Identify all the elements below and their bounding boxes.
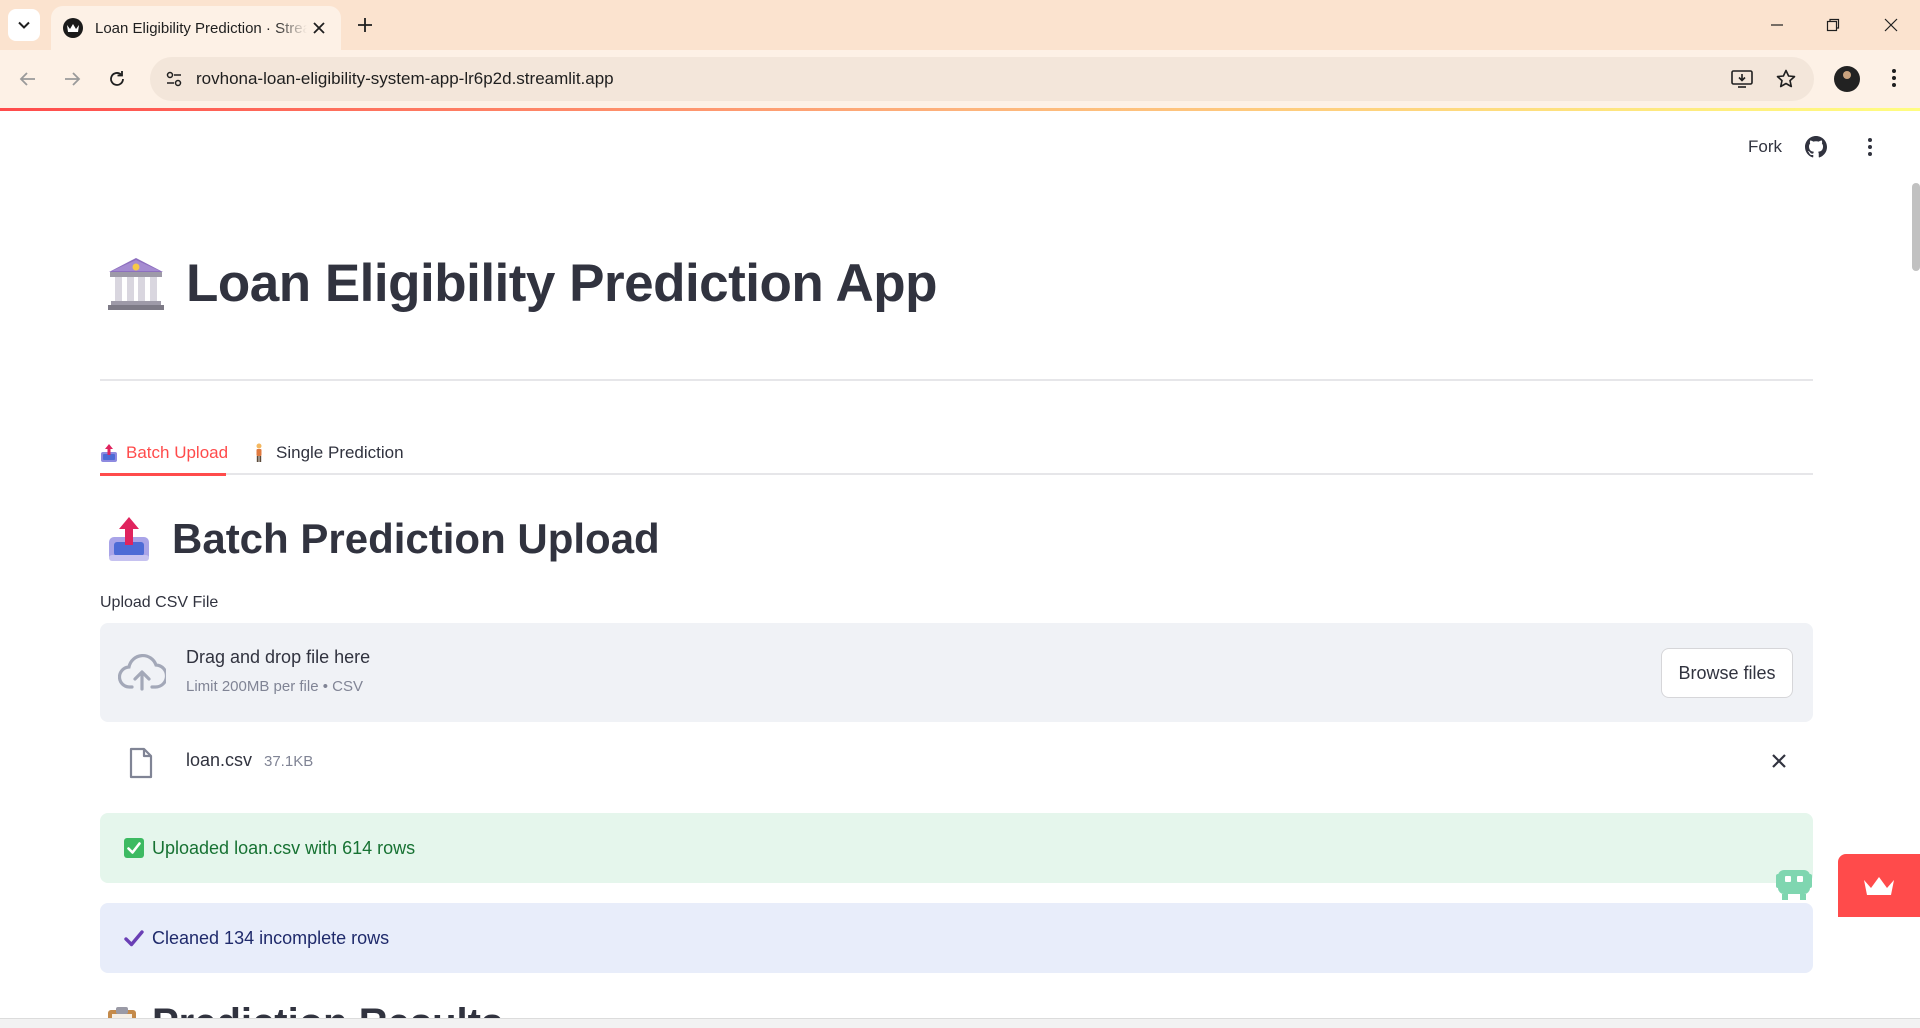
title-divider [100, 379, 1813, 381]
person-standing-icon [256, 443, 262, 462]
info-alert: Cleaned 134 incomplete rows [100, 903, 1813, 973]
restore-window-icon[interactable] [1818, 10, 1848, 40]
success-message: Uploaded loan.csv with 614 rows [152, 837, 416, 858]
tab-single-prediction[interactable]: Single Prediction [250, 443, 404, 463]
outbox-tray-emoji-icon [109, 517, 149, 561]
site-info-icon[interactable] [158, 63, 190, 95]
minimize-window-icon[interactable] [1762, 10, 1792, 40]
browse-files-button[interactable]: Browse files [1661, 648, 1793, 698]
url-text: rovhona-loan-eligibility-system-app-lr6p… [196, 69, 614, 88]
streamlit-app: Fork Loan Eligibility Prediction App Bat… [0, 111, 1920, 1028]
uploaded-file-name: loan.csv [186, 750, 253, 770]
bookmark-star-icon[interactable] [1772, 65, 1800, 93]
tab-list: Batch Upload Single Prediction [100, 431, 1813, 476]
batch-subheader: Batch Prediction Upload [172, 515, 660, 562]
page-title-row: Loan Eligibility Prediction App [106, 253, 938, 314]
tab-search-button[interactable] [8, 9, 40, 41]
chevron-down-icon [18, 21, 30, 29]
uploader-label: Upload CSV File [100, 594, 219, 611]
info-message: Cleaned 134 incomplete rows [152, 927, 390, 948]
crown-icon [1864, 876, 1894, 895]
cloud-upload-icon [118, 654, 166, 691]
streamlit-mascot-icon[interactable] [1774, 862, 1814, 902]
tab-single-prediction-label: Single Prediction [276, 443, 404, 462]
browser-tab-active[interactable]: Loan Eligibility Prediction · Streamlit [51, 6, 341, 50]
tab-batch-upload-label: Batch Upload [126, 443, 229, 462]
browser-toolbar: rovhona-loan-eligibility-system-app-lr6p… [0, 50, 1920, 108]
tab-batch-upload[interactable]: Batch Upload [100, 443, 228, 463]
page-title: Loan Eligibility Prediction App [186, 254, 938, 313]
outbox-tray-icon [101, 444, 117, 462]
file-icon [129, 747, 153, 779]
window-bottom-edge [0, 1018, 1920, 1028]
profile-avatar[interactable] [1834, 66, 1860, 92]
success-alert: Uploaded loan.csv with 614 rows [100, 813, 1813, 883]
browser-tabstrip: Loan Eligibility Prediction · Streamlit [0, 0, 1920, 50]
browser-menu-icon[interactable] [1880, 64, 1908, 92]
close-tab-icon[interactable] [309, 18, 329, 38]
forward-arrow-icon[interactable] [58, 65, 86, 93]
reload-icon[interactable] [103, 65, 131, 93]
heavy-check-mark-icon [124, 930, 144, 947]
back-arrow-icon[interactable] [14, 65, 42, 93]
remove-file-close-icon[interactable] [1767, 749, 1791, 773]
check-mark-button-icon [124, 838, 144, 858]
github-icon[interactable] [1804, 135, 1828, 159]
batch-subheader-row: Batch Prediction Upload [106, 515, 660, 563]
streamlit-favicon-icon [63, 18, 83, 38]
uploaded-file-row: loan.csv 37.1KB [100, 733, 1813, 789]
file-dropzone[interactable]: Drag and drop file here Limit 200MB per … [100, 623, 1813, 722]
streamlit-viewer-badge[interactable] [1838, 854, 1920, 917]
app-header-actions: Fork [1748, 135, 1920, 159]
install-app-icon[interactable] [1728, 65, 1756, 93]
app-menu-icon[interactable] [1858, 135, 1882, 159]
bank-emoji-icon [108, 257, 164, 310]
fork-button[interactable]: Fork [1748, 137, 1782, 157]
address-bar[interactable]: rovhona-loan-eligibility-system-app-lr6p… [150, 57, 1814, 101]
page-scrollbar[interactable] [1912, 183, 1920, 271]
dropzone-limit: Limit 200MB per file • CSV [186, 678, 363, 695]
dropzone-title: Drag and drop file here [186, 647, 371, 667]
uploaded-file-size: 37.1KB [264, 753, 314, 770]
new-tab-plus-icon[interactable] [352, 12, 378, 38]
browser-tab-title: Loan Eligibility Prediction · Streamlit [95, 19, 307, 37]
close-window-icon[interactable] [1876, 10, 1906, 40]
active-tab-indicator [100, 473, 226, 476]
